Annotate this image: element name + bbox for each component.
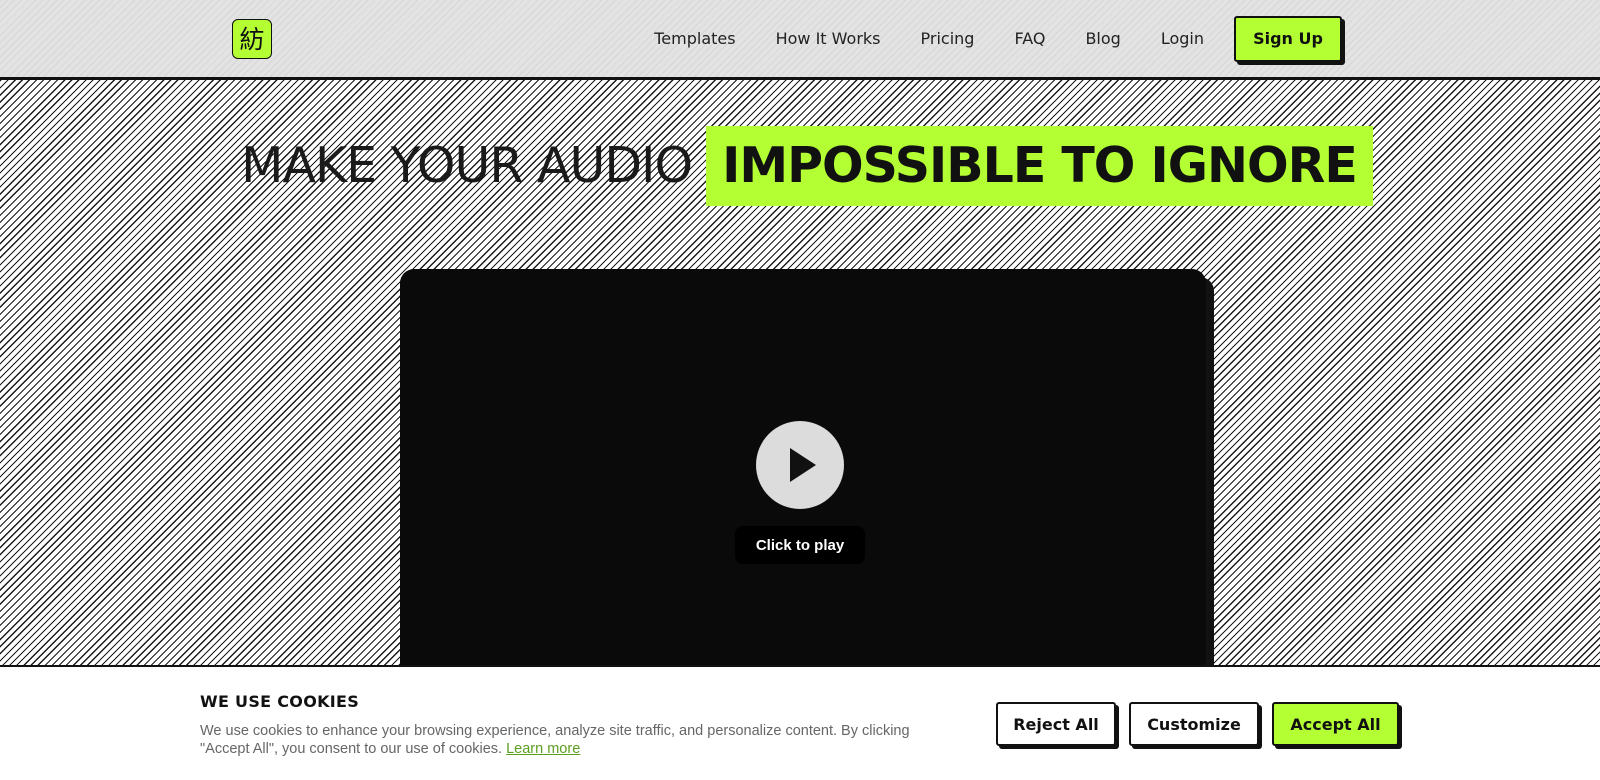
play-button[interactable] — [756, 421, 844, 509]
nav-faq[interactable]: FAQ — [1014, 29, 1045, 48]
learn-more-link[interactable]: Learn more — [506, 741, 580, 757]
video-player[interactable]: Click to play — [400, 269, 1206, 689]
site-header: 紡 Templates How It Works Pricing FAQ Blo… — [0, 0, 1600, 80]
cookie-title: WE USE COOKIES — [200, 692, 360, 711]
customize-button[interactable]: Customize — [1129, 702, 1259, 746]
cookie-description: We use cookies to enhance your browsing … — [200, 722, 960, 758]
play-icon — [790, 448, 816, 482]
nav-pricing[interactable]: Pricing — [921, 29, 975, 48]
click-to-play-label[interactable]: Click to play — [735, 526, 865, 564]
accept-all-button[interactable]: Accept All — [1272, 702, 1399, 746]
logo[interactable]: 紡 — [232, 19, 272, 59]
signup-button[interactable]: Sign Up — [1234, 15, 1342, 62]
nav-templates[interactable]: Templates — [654, 29, 735, 48]
reject-all-button[interactable]: Reject All — [996, 702, 1116, 746]
nav-login[interactable]: Login — [1161, 29, 1204, 48]
headline-highlight: IMPOSSIBLE TO IGNORE — [706, 126, 1373, 206]
main-nav: Templates How It Works Pricing FAQ Blog … — [654, 0, 1342, 77]
hero-headline: MAKE YOUR AUDIO IMPOSSIBLE TO IGNORE — [0, 126, 1600, 206]
nav-blog[interactable]: Blog — [1085, 29, 1120, 48]
headline-plain: MAKE YOUR AUDIO — [241, 137, 693, 194]
cookie-banner: WE USE COOKIES We use cookies to enhance… — [0, 665, 1600, 780]
nav-how-it-works[interactable]: How It Works — [776, 29, 881, 48]
